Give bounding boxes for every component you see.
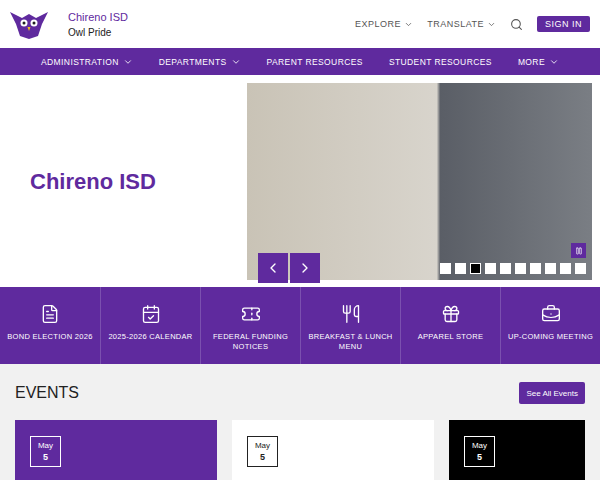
pause-icon	[575, 247, 583, 255]
chevron-down-icon	[549, 57, 559, 67]
quick-link-icon	[341, 304, 361, 324]
slide-dot[interactable]	[530, 263, 541, 274]
chevron-right-icon	[297, 260, 313, 276]
prev-button[interactable]	[258, 253, 288, 283]
quick-link-icon	[541, 304, 561, 324]
events-section: EVENTS See All Events May5 May5 May5	[0, 364, 600, 480]
chevron-down-icon	[487, 20, 496, 29]
quick-link[interactable]: UP-COMING MEETING	[500, 287, 600, 364]
event-date: May5	[247, 436, 278, 467]
quick-link-icon	[141, 304, 161, 324]
quick-link[interactable]: 2025-2026 CALENDAR	[100, 287, 200, 364]
chevron-down-icon	[404, 20, 413, 29]
hero-title: Chireno ISD	[0, 169, 247, 195]
quick-link[interactable]: FEDERAL FUNDING NOTICES	[200, 287, 300, 364]
event-card[interactable]: May5	[232, 420, 434, 480]
slide-dot[interactable]	[575, 263, 586, 274]
slide-dot[interactable]	[470, 263, 481, 274]
slide-dot[interactable]	[515, 263, 526, 274]
hero: Chireno ISD	[0, 75, 600, 287]
quick-links: BOND ELECTION 20262025-2026 CALENDARFEDE…	[0, 287, 600, 364]
nav-item[interactable]: STUDENT RESOURCES	[389, 53, 492, 71]
quick-link-icon	[441, 304, 461, 324]
slide-dot[interactable]	[485, 263, 496, 274]
event-cards: May5 May5 May5	[15, 420, 585, 480]
utility-bar: EXPLORE TRANSLATE SIGN IN	[355, 16, 590, 32]
slide-dot[interactable]	[545, 263, 556, 274]
brand-subtitle: Owl Pride	[68, 27, 128, 38]
event-card[interactable]: May5	[449, 420, 585, 480]
quick-link[interactable]: BOND ELECTION 2026	[0, 287, 100, 364]
sign-in-button[interactable]: SIGN IN	[537, 16, 590, 32]
quick-link[interactable]: APPAREL STORE	[400, 287, 500, 364]
nav-item[interactable]: ADMINISTRATION	[41, 53, 133, 71]
slide-dot[interactable]	[455, 263, 466, 274]
search-icon[interactable]	[510, 18, 523, 31]
chevron-down-icon	[231, 57, 241, 67]
event-date: May5	[464, 436, 495, 467]
nav-item[interactable]: MORE	[518, 53, 559, 71]
pause-button[interactable]	[571, 243, 586, 258]
brand[interactable]: Chireno ISD Owl Pride	[8, 8, 128, 40]
events-title: EVENTS	[15, 384, 79, 402]
event-card[interactable]: May5	[15, 420, 217, 480]
site-header: Chireno ISD Owl Pride EXPLORE TRANSLATE SIGN…	[0, 0, 600, 48]
chevron-left-icon	[265, 260, 281, 276]
hero-photo	[247, 83, 592, 280]
nav-item[interactable]: DEPARTMENTS	[159, 53, 241, 71]
utility-link[interactable]: EXPLORE	[355, 17, 413, 31]
slide-dot[interactable]	[440, 263, 451, 274]
slide-arrows	[258, 253, 320, 283]
brand-title[interactable]: Chireno ISD	[68, 11, 128, 23]
quick-link-icon	[241, 304, 261, 324]
main-nav: ADMINISTRATION DEPARTMENTS PARENT RESOURCE…	[0, 48, 600, 75]
page: Chireno ISD Owl Pride EXPLORE TRANSLATE SIGN…	[0, 0, 600, 480]
quick-link-icon	[40, 304, 60, 324]
see-all-events-button[interactable]: See All Events	[519, 382, 585, 404]
chevron-down-icon	[123, 57, 133, 67]
next-button[interactable]	[290, 253, 320, 283]
nav-item[interactable]: PARENT RESOURCES	[267, 53, 363, 71]
quick-link[interactable]: BREAKFAST & LUNCH MENU	[300, 287, 400, 364]
slide-dots	[440, 263, 586, 274]
owl-logo-icon	[8, 8, 50, 40]
event-date: May5	[30, 436, 61, 467]
slide-dot[interactable]	[500, 263, 511, 274]
slide-dot[interactable]	[560, 263, 571, 274]
utility-link[interactable]: TRANSLATE	[427, 17, 496, 31]
